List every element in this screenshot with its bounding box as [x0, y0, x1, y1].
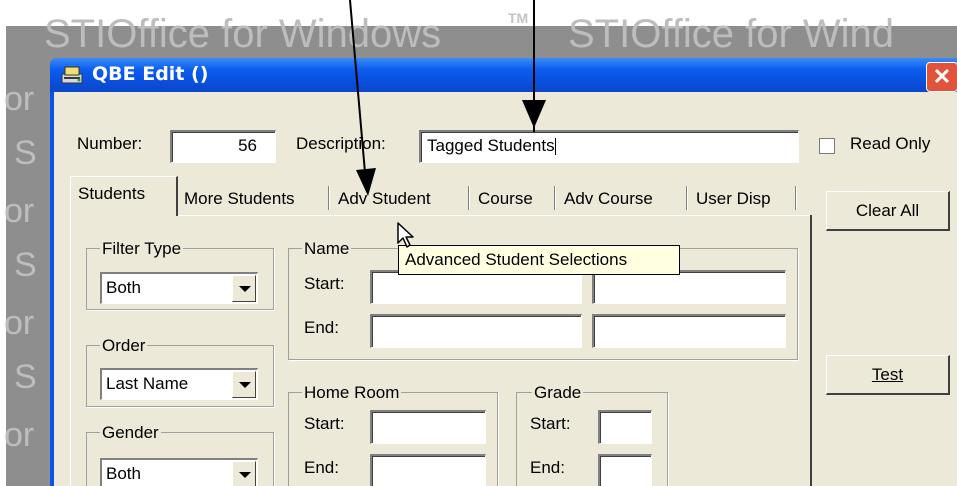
arrow-shaft-adv-student — [349, 0, 367, 185]
arrowhead-adv-student — [356, 168, 376, 196]
annotation-arrows — [349, 0, 546, 196]
screenshot-frame: STIOffice for Windows TM STIOffice for W… — [0, 0, 957, 486]
arrowhead-description — [522, 100, 546, 128]
